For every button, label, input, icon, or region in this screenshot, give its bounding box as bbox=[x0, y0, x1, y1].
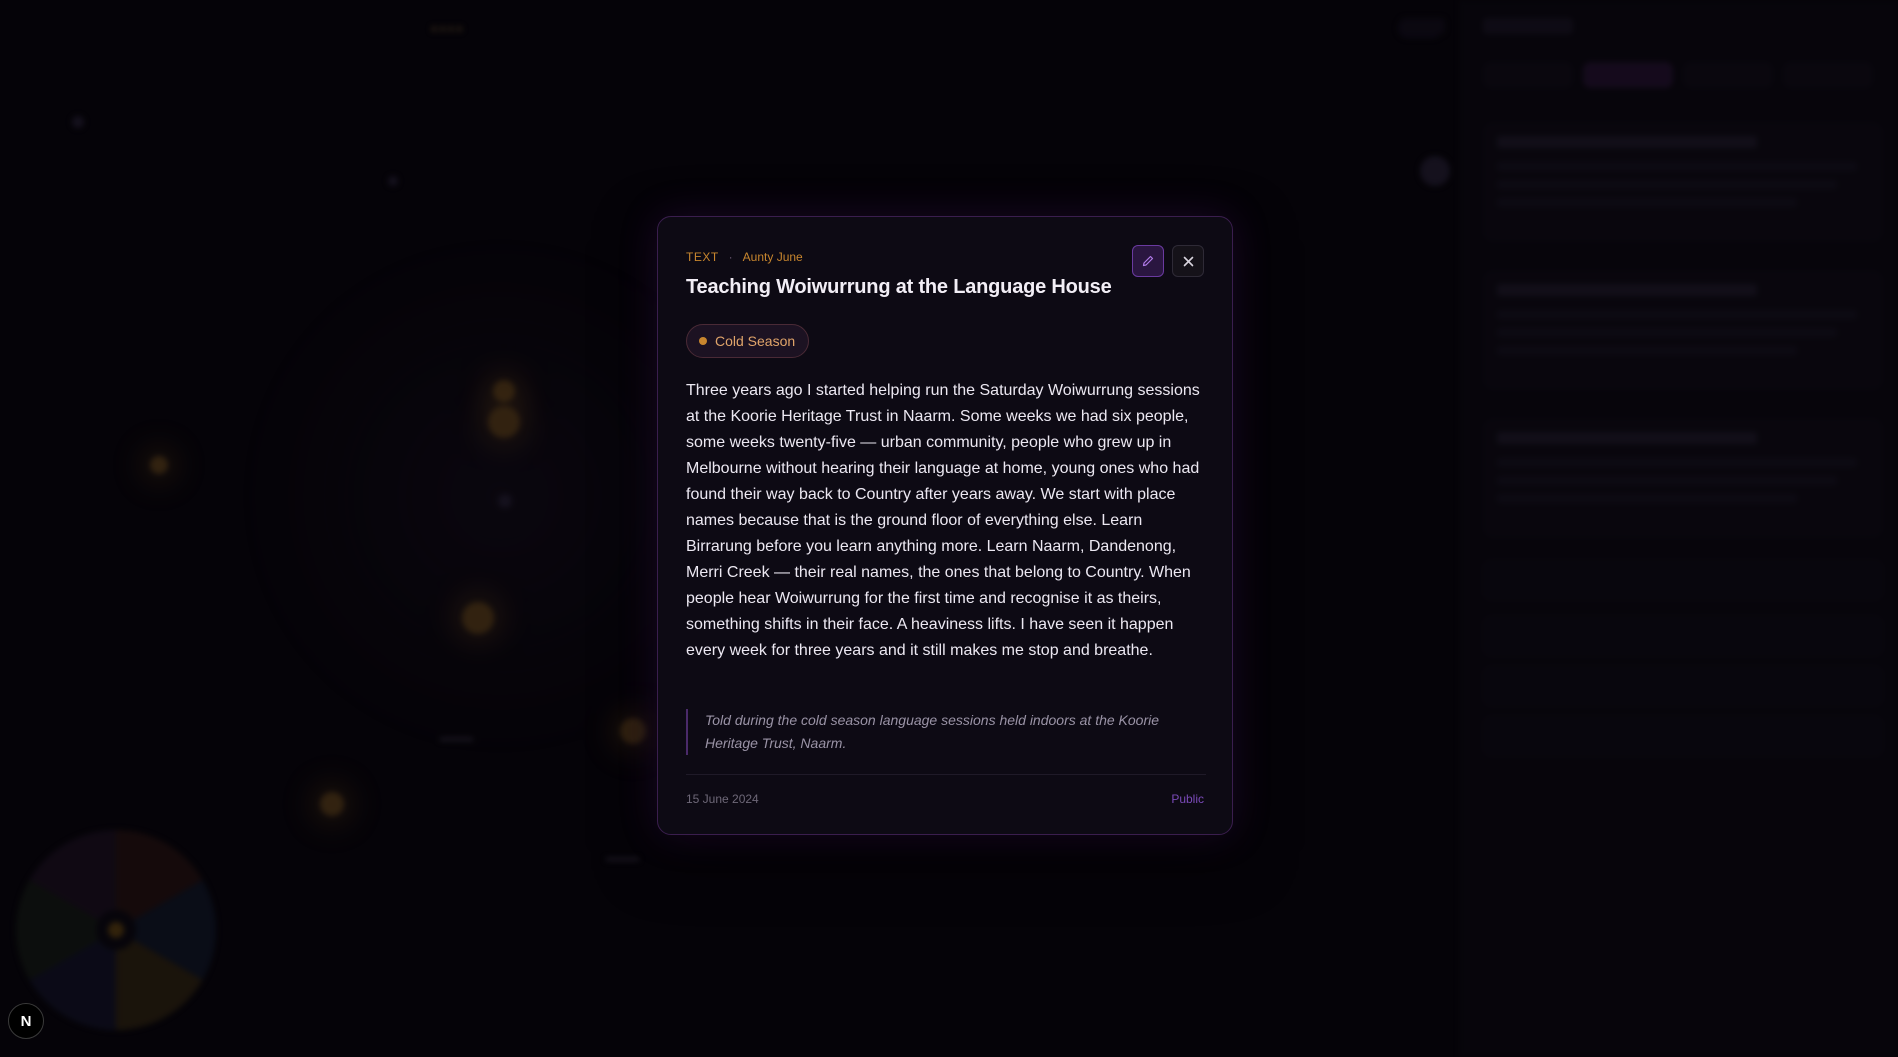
story-date: 15 June 2024 bbox=[686, 792, 759, 806]
close-button[interactable] bbox=[1172, 245, 1204, 277]
story-body: Three years ago I started helping run th… bbox=[686, 382, 1200, 659]
season-label: Cold Season bbox=[715, 333, 796, 349]
n-badge-logo[interactable]: N bbox=[8, 1003, 44, 1039]
story-meta: TEXT · Aunty June bbox=[686, 250, 803, 264]
visibility-status: Public bbox=[1171, 792, 1204, 806]
modal-actions bbox=[1132, 245, 1204, 277]
story-title: Teaching Woiwurrung at the Language Hous… bbox=[686, 276, 1112, 298]
app-root: ●●●● ▬▬▬ ▬▬▬ bbox=[0, 0, 1898, 1057]
story-detail-modal: TEXT · Aunty June Teaching Woiwurrung at… bbox=[657, 216, 1233, 835]
season-dot-icon bbox=[699, 337, 707, 345]
close-icon bbox=[1183, 256, 1193, 266]
pencil-icon bbox=[1142, 255, 1154, 267]
season-tag: Cold Season bbox=[686, 324, 810, 358]
modal-divider bbox=[686, 774, 1206, 775]
story-author: Aunty June bbox=[742, 250, 803, 264]
story-type-label: TEXT bbox=[686, 250, 719, 264]
story-context-note: Told during the cold season language ses… bbox=[686, 709, 1206, 755]
edit-button[interactable] bbox=[1132, 245, 1164, 277]
meta-separator: · bbox=[728, 250, 733, 264]
